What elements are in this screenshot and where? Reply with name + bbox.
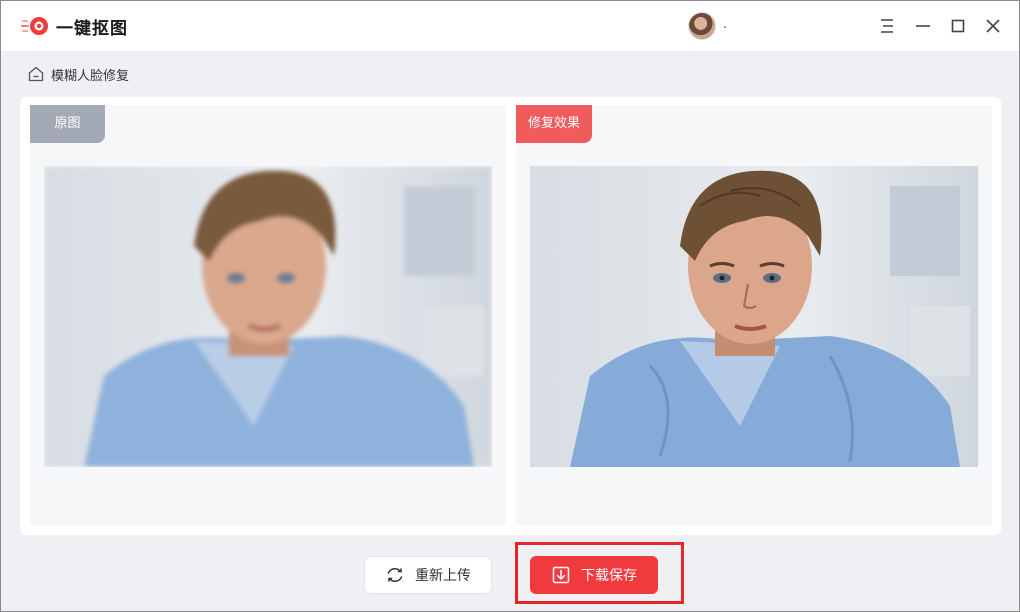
result-tag: 修复效果 bbox=[516, 105, 592, 143]
close-icon bbox=[986, 19, 1000, 33]
close-button[interactable] bbox=[981, 14, 1005, 38]
comparison-panel: 原图 修复效果 bbox=[20, 97, 1001, 535]
original-tag: 原图 bbox=[30, 105, 105, 143]
app-window: 一键抠图 . 模糊人脸修复 原图 修复效果 重新上传 下载保存 bbox=[0, 0, 1020, 612]
app-title: 一键抠图 bbox=[56, 19, 128, 39]
download-save-label: 下载保存 bbox=[581, 568, 637, 584]
portrait-image bbox=[530, 166, 978, 467]
portrait-image bbox=[44, 166, 492, 467]
user-name[interactable]: . bbox=[723, 17, 727, 32]
menu-button[interactable] bbox=[875, 14, 899, 38]
refresh-icon bbox=[387, 568, 403, 582]
home-icon bbox=[28, 66, 44, 82]
result-pane: 修复效果 bbox=[516, 105, 992, 525]
minimize-icon bbox=[916, 25, 930, 27]
maximize-button[interactable] bbox=[946, 14, 970, 38]
breadcrumb[interactable]: 模糊人脸修复 bbox=[27, 64, 129, 84]
maximize-icon bbox=[951, 19, 965, 33]
result-photo bbox=[530, 166, 978, 467]
breadcrumb-label: 模糊人脸修复 bbox=[51, 68, 130, 84]
download-save-button[interactable]: 下载保存 bbox=[530, 556, 658, 594]
reupload-label: 重新上传 bbox=[415, 568, 471, 584]
reupload-button[interactable]: 重新上传 bbox=[364, 556, 492, 594]
menu-icon bbox=[881, 19, 893, 33]
minimize-button[interactable] bbox=[911, 14, 935, 38]
original-photo bbox=[44, 166, 492, 467]
app-logo-icon bbox=[21, 17, 48, 35]
download-icon bbox=[552, 566, 570, 584]
original-pane: 原图 bbox=[30, 105, 506, 525]
user-avatar[interactable] bbox=[688, 12, 716, 40]
title-bar: 一键抠图 . bbox=[1, 1, 1019, 51]
